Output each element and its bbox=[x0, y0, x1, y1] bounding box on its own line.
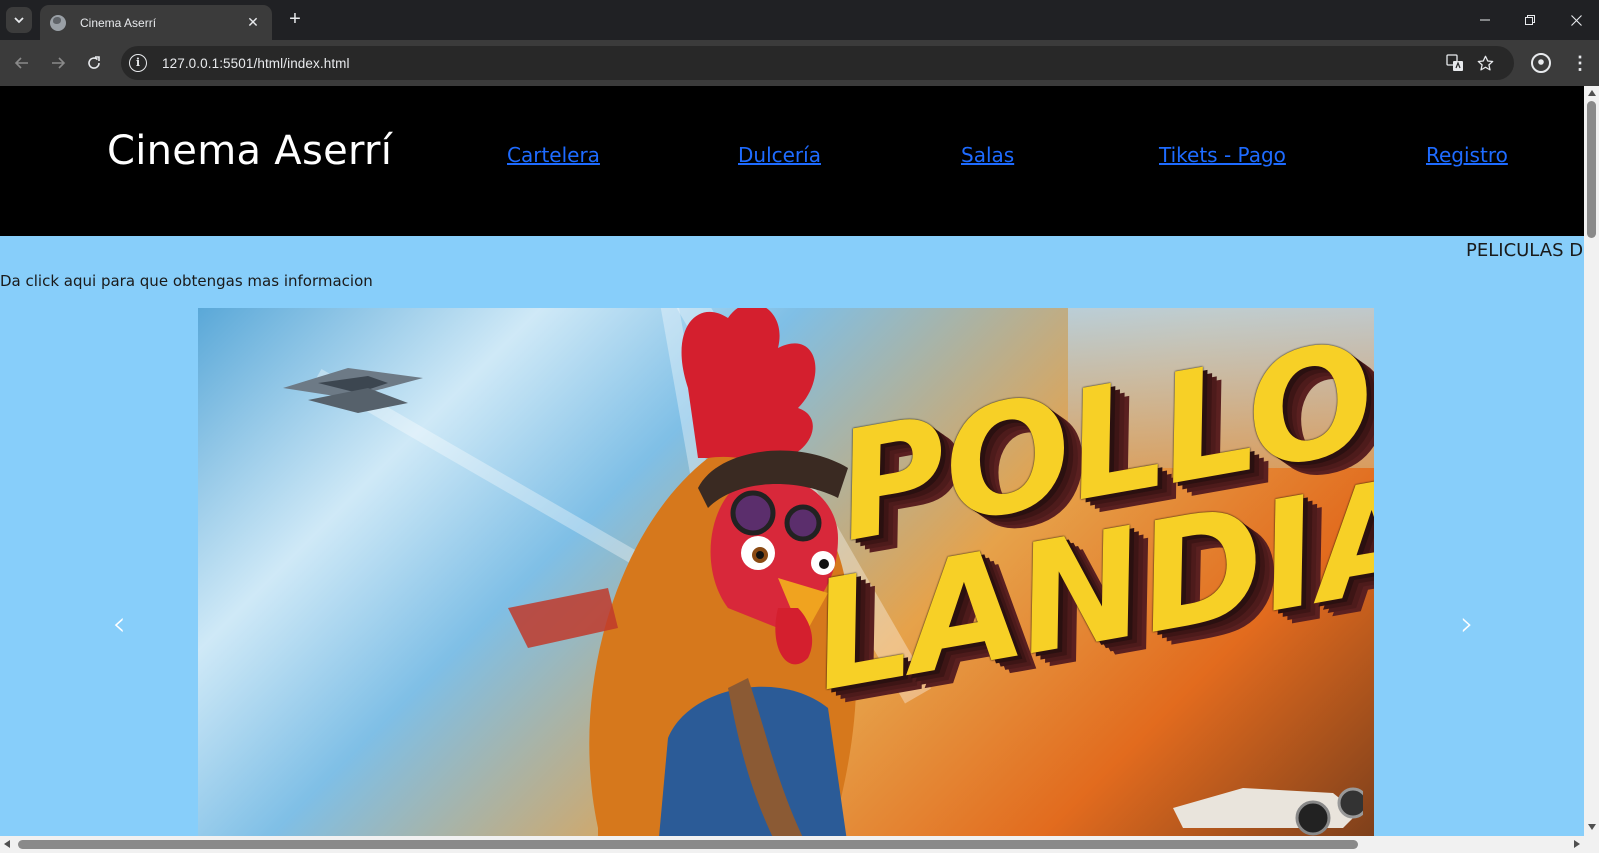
nav-link-dulceria[interactable]: Dulcería bbox=[738, 143, 821, 167]
browser-tab[interactable]: Cinema Aserrí ✕ bbox=[40, 5, 272, 40]
profile-icon[interactable] bbox=[1531, 53, 1551, 73]
browser-toolbar: i 127.0.0.1:5501/html/index.html ⋮ bbox=[0, 40, 1599, 86]
marquee-text: PELICULAS D bbox=[1466, 240, 1584, 261]
back-button[interactable] bbox=[10, 51, 34, 75]
address-bar[interactable]: i 127.0.0.1:5501/html/index.html bbox=[121, 46, 1514, 80]
arrow-right-icon bbox=[52, 57, 66, 69]
racing-car-graphic bbox=[1173, 787, 1363, 836]
info-icon[interactable]: i bbox=[129, 54, 147, 72]
vertical-scrollbar[interactable] bbox=[1584, 86, 1599, 836]
nav-link-cartelera[interactable]: Cartelera bbox=[507, 143, 600, 167]
carousel-slide-pollolandia[interactable]: POLLO LANDIA bbox=[198, 308, 1374, 836]
scroll-down-arrow-icon[interactable] bbox=[1588, 824, 1596, 830]
tab-title: Cinema Aserrí bbox=[80, 15, 157, 30]
movie-carousel: POLLO LANDIA ‹ › bbox=[0, 308, 1584, 836]
translate-icon[interactable] bbox=[1446, 46, 1464, 80]
carousel-prev-button[interactable]: ‹ bbox=[104, 604, 134, 644]
chevron-down-icon bbox=[14, 17, 24, 24]
restore-button[interactable] bbox=[1507, 0, 1553, 40]
spaceship-graphic bbox=[283, 368, 423, 413]
carousel-next-button[interactable]: › bbox=[1452, 604, 1482, 644]
nav-link-salas[interactable]: Salas bbox=[961, 143, 1014, 167]
arrow-left-icon bbox=[14, 57, 28, 69]
site-header: Cinema Aserrí Cartelera Dulcería Salas T… bbox=[0, 86, 1584, 236]
vertical-scroll-thumb[interactable] bbox=[1587, 101, 1596, 238]
scroll-up-arrow-icon[interactable] bbox=[1588, 90, 1596, 96]
info-text[interactable]: Da click aqui para que obtengas mas info… bbox=[0, 272, 373, 290]
page-viewport: Cinema Aserrí Cartelera Dulcería Salas T… bbox=[0, 86, 1584, 836]
horizontal-scrollbar[interactable] bbox=[0, 836, 1599, 853]
scroll-left-arrow-icon[interactable] bbox=[4, 840, 10, 848]
minimize-button[interactable] bbox=[1462, 0, 1508, 40]
new-tab-button[interactable]: + bbox=[283, 8, 307, 32]
close-window-button[interactable] bbox=[1553, 0, 1599, 40]
minimize-icon bbox=[1480, 19, 1490, 21]
url-text[interactable]: 127.0.0.1:5501/html/index.html bbox=[162, 56, 350, 71]
site-title: Cinema Aserrí bbox=[107, 128, 393, 174]
kebab-menu-icon[interactable]: ⋮ bbox=[1571, 51, 1589, 75]
tab-strip: Cinema Aserrí ✕ + bbox=[0, 0, 1599, 40]
tab-search-button[interactable] bbox=[6, 7, 32, 33]
nav-link-registro[interactable]: Registro bbox=[1426, 143, 1508, 167]
forward-button[interactable] bbox=[46, 51, 70, 75]
restore-icon bbox=[1525, 15, 1535, 25]
close-tab-icon[interactable]: ✕ bbox=[244, 14, 262, 31]
horizontal-scroll-thumb[interactable] bbox=[18, 840, 1358, 849]
star-icon[interactable] bbox=[1477, 46, 1494, 80]
reload-button[interactable] bbox=[82, 51, 106, 75]
globe-icon bbox=[50, 14, 66, 31]
nav-link-tikets-pago[interactable]: Tikets - Pago bbox=[1159, 143, 1286, 167]
scroll-right-arrow-icon[interactable] bbox=[1574, 840, 1580, 848]
close-icon bbox=[1570, 14, 1582, 26]
reload-icon bbox=[88, 56, 100, 69]
